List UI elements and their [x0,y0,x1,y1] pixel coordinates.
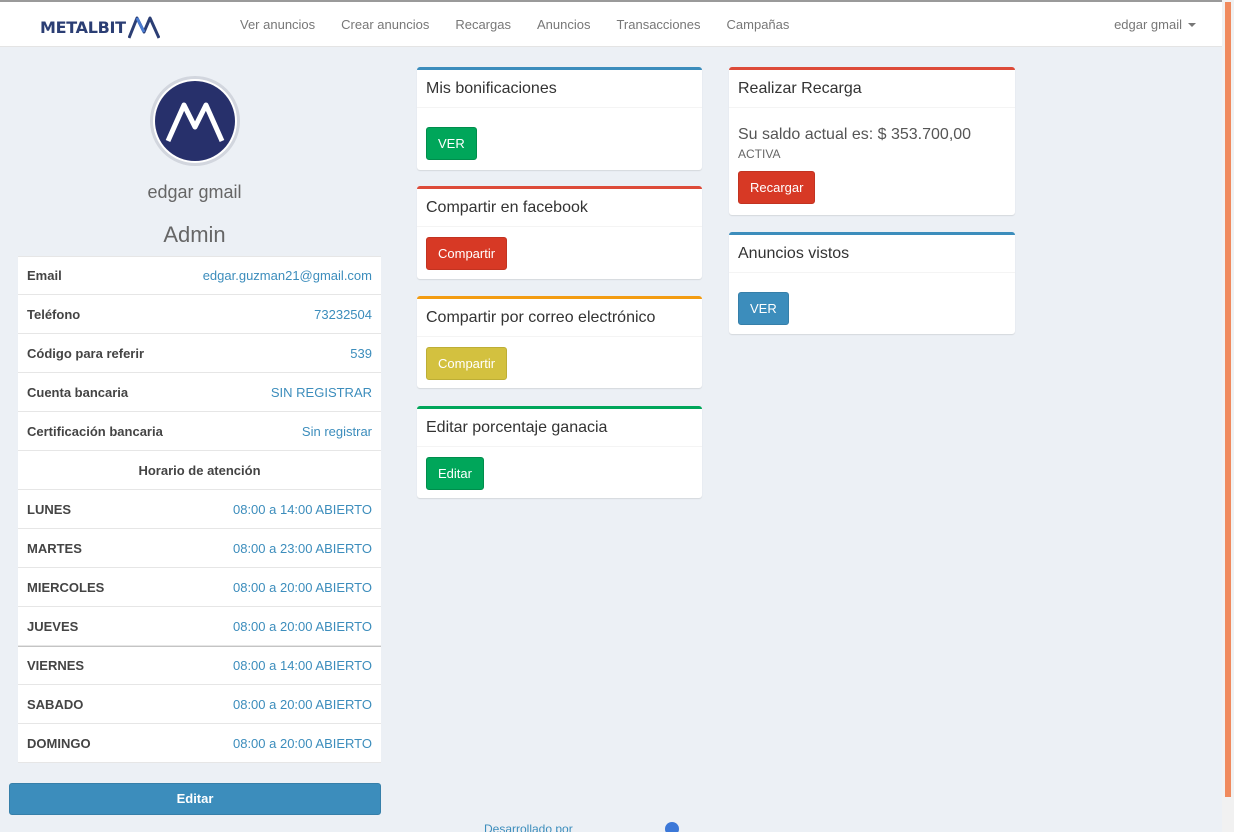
info-row-referral: Código para referir 539 [18,334,381,373]
schedule-row: SABADO 08:00 a 20:00 ABIERTO [18,685,381,724]
schedule-hours[interactable]: 08:00 a 20:00 ABIERTO [233,619,372,634]
nav-campanas[interactable]: Campañas [727,17,790,32]
recharge-title: Realizar Recarga [729,70,1015,108]
nav-anuncios[interactable]: Anuncios [537,17,590,32]
schedule-day: JUEVES [27,618,79,634]
edit-percentage-box: Editar porcentaje ganacia Editar [417,406,702,498]
ads-viewed-box: Anuncios vistos VER [729,232,1015,334]
info-row-phone: Teléfono 73232504 [18,295,381,334]
edit-percentage-title: Editar porcentaje ganacia [417,409,702,447]
edit-percentage-button[interactable]: Editar [426,457,484,490]
ads-viewed-button[interactable]: VER [738,292,789,325]
email-value[interactable]: edgar.guzman21@gmail.com [203,268,372,283]
schedule-row: MARTES 08:00 a 23:00 ABIERTO [18,529,381,568]
facebook-share-box: Compartir en facebook Compartir [417,186,702,279]
schedule-row: MIERCOLES 08:00 a 20:00 ABIERTO [18,568,381,607]
phone-value[interactable]: 73232504 [314,307,372,322]
edit-profile-button[interactable]: Editar [9,783,381,815]
facebook-share-button[interactable]: Compartir [426,237,508,270]
footer-text[interactable]: Desarrollado por [484,822,573,832]
schedule-day: MIERCOLES [27,579,105,595]
ads-viewed-title: Anuncios vistos [729,235,1015,273]
schedule-day: DOMINGO [27,735,91,751]
footer: Desarrollado por [484,822,679,832]
cert-label: Certificación bancaria [27,423,163,439]
bank-value[interactable]: SIN REGISTRAR [271,385,372,400]
nav-ver-anuncios[interactable]: Ver anuncios [240,17,315,32]
main-nav: Ver anuncios Crear anuncios Recargas Anu… [227,2,802,47]
bonuses-box: Mis bonificaciones VER [417,67,702,170]
schedule-row: VIERNES 08:00 a 14:00 ABIERTO [18,646,381,685]
email-share-box: Compartir por correo electrónico Compart… [417,296,702,388]
schedule-day: LUNES [27,501,72,517]
scrollbar-track[interactable] [1222,0,1234,832]
info-row-cert: Certificación bancaria Sin registrar [18,412,381,451]
email-label: Email [27,268,62,283]
cert-value[interactable]: Sin registrar [302,424,372,439]
profile-role: Admin [163,222,226,247]
schedule-row: LUNES 08:00 a 14:00 ABIERTO [18,490,381,529]
phone-label: Teléfono [27,306,81,322]
developer-logo-icon[interactable] [664,822,679,832]
facebook-share-title: Compartir en facebook [417,189,702,227]
nav-transacciones[interactable]: Transacciones [616,17,700,32]
schedule-title: Horario de atención [138,462,261,478]
schedule-hours[interactable]: 08:00 a 20:00 ABIERTO [233,736,372,751]
nav-crear-anuncios[interactable]: Crear anuncios [341,17,429,32]
balance-text: Su saldo actual es: $ 353.700,00 [738,126,972,143]
user-menu[interactable]: edgar gmail [1114,2,1196,47]
schedule-hours[interactable]: 08:00 a 14:00 ABIERTO [233,502,372,517]
nav-recargas[interactable]: Recargas [455,17,511,32]
schedule-header: Horario de atención [18,451,381,490]
bank-label: Cuenta bancaria [27,384,129,400]
profile-name: edgar gmail [147,182,242,202]
bonuses-view-button[interactable]: VER [426,127,477,160]
email-share-title: Compartir por correo electrónico [417,299,702,337]
recharge-box: Realizar Recarga Su saldo actual es: $ 3… [729,67,1015,215]
referral-value[interactable]: 539 [350,346,372,361]
scrollbar-thumb[interactable] [1225,2,1231,797]
avatar [150,76,240,166]
referral-label: Código para referir [27,345,145,361]
recharge-button[interactable]: Recargar [738,171,816,204]
account-status: ACTIVA [738,147,781,161]
avatar-logo-icon [155,81,235,161]
brand-m-icon [127,16,160,39]
schedule-hours[interactable]: 08:00 a 14:00 ABIERTO [233,658,372,673]
brand-name: METALBIT [40,17,126,37]
schedule-row: JUEVES 08:00 a 20:00 ABIERTO [18,607,381,646]
brand-logo[interactable]: METALBIT [40,14,160,40]
schedule-day: MARTES [27,540,82,556]
schedule-day: VIERNES [27,658,85,673]
email-share-button[interactable]: Compartir [426,347,508,380]
user-menu-label: edgar gmail [1114,17,1182,32]
schedule-day: SABADO [27,696,84,712]
schedule-hours[interactable]: 08:00 a 20:00 ABIERTO [233,580,372,595]
schedule-hours[interactable]: 08:00 a 23:00 ABIERTO [233,541,372,556]
info-row-email: Email edgar.guzman21@gmail.com [18,256,381,295]
info-row-bank: Cuenta bancaria SIN REGISTRAR [18,373,381,412]
schedule-row: DOMINGO 08:00 a 20:00 ABIERTO [18,724,381,763]
caret-down-icon [1188,22,1196,27]
bonuses-title: Mis bonificaciones [417,70,702,108]
schedule-hours[interactable]: 08:00 a 20:00 ABIERTO [233,697,372,712]
profile-info-list: Email edgar.guzman21@gmail.com Teléfono … [18,256,381,763]
top-navbar: METALBIT Ver anuncios Crear anuncios Rec… [0,2,1222,47]
